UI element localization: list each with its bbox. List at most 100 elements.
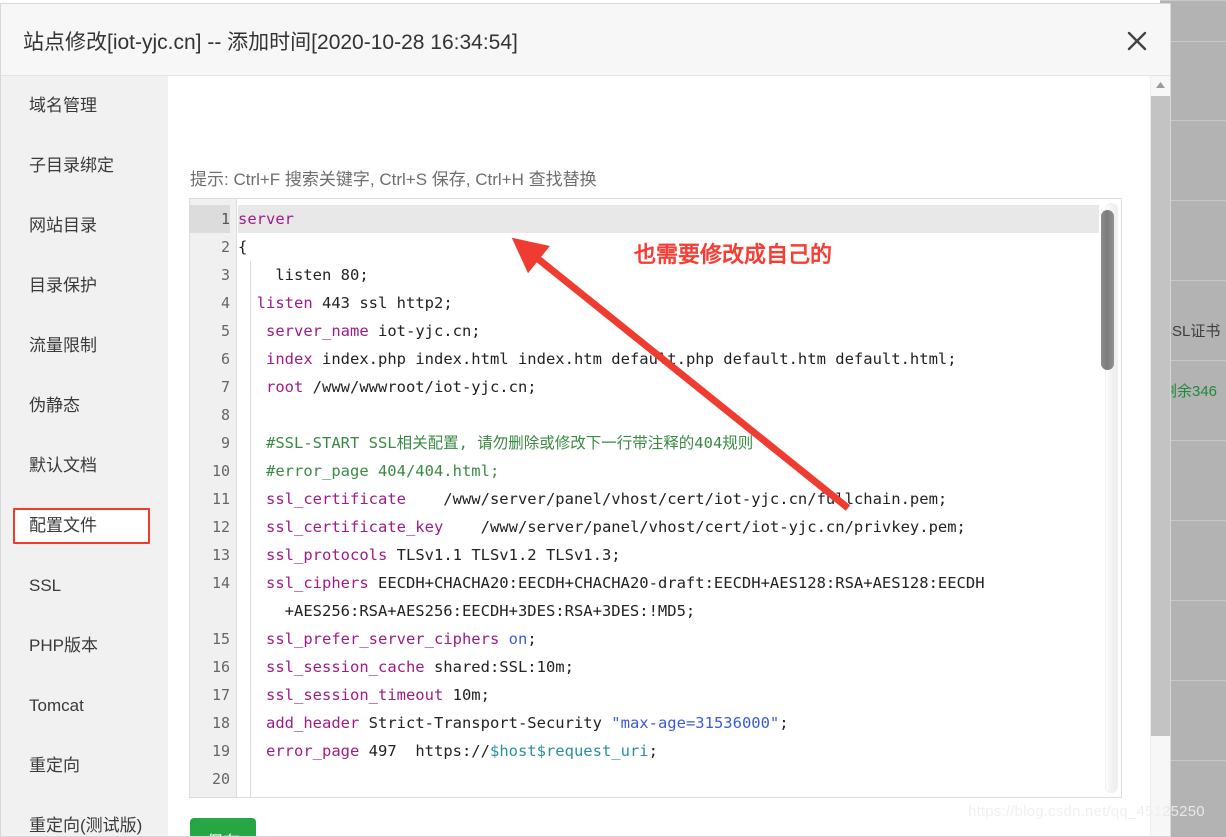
modal-header: 站点修改[iot-yjc.cn] -- 添加时间[2020-10-28 16:3…: [1, 4, 1170, 76]
code-token: ssl_protocols: [266, 546, 388, 564]
code-line-18[interactable]: add_header Strict-Transport-Security "ma…: [238, 709, 789, 737]
code-token: listen: [256, 294, 313, 312]
sidebar: 域名管理 子目录绑定 网站目录 目录保护 流量限制 伪静态 默认文档配置文件 SSL PHP版本…: [1, 76, 168, 836]
code-line-wrap[interactable]: +AES256:RSA+AES256:EECDH+3DES:RSA+3DES:!…: [238, 597, 696, 625]
code-token: iot-yjc.cn;: [368, 322, 481, 340]
sidebar-item-0[interactable]: 域名管理: [1, 76, 168, 136]
code-token: EECDH+CHACHA20:EECDH+CHACHA20-draft:EECD…: [368, 574, 985, 592]
modal-body: 域名管理 子目录绑定 网站目录 目录保护 流量限制 伪静态 默认文档配置文件 SSL PHP版本…: [1, 76, 1170, 836]
sidebar-item-5[interactable]: 伪静态: [1, 376, 168, 436]
modal-title: 站点修改[iot-yjc.cn] -- 添加时间[2020-10-28 16:3…: [23, 31, 518, 54]
code-token: ssl_certificate_key: [266, 518, 444, 536]
code-token: #SSL-START SSL相关配置, 请勿删除或修改下一行带注释的404规则: [238, 434, 754, 452]
site-edit-modal: 站点修改[iot-yjc.cn] -- 添加时间[2020-10-28 16:3…: [0, 3, 1171, 837]
code-line-6[interactable]: index index.php index.html index.htm def…: [238, 345, 957, 373]
sidebar-item-8[interactable]: SSL: [1, 556, 168, 616]
code-line-3[interactable]: listen 80;: [238, 261, 368, 289]
line-number-11: 11: [211, 490, 230, 508]
line-number-18: 18: [211, 714, 230, 732]
line-number-20: 20: [211, 770, 230, 788]
code-line-7[interactable]: root /www/wwwroot/iot-yjc.cn;: [238, 373, 537, 401]
code-token: 443 ssl http2;: [312, 294, 453, 312]
line-number-10: 10: [211, 462, 230, 480]
code-token: index.php index.html index.htm default.p…: [312, 350, 957, 368]
code-token: ssl_session_timeout: [266, 686, 444, 704]
sidebar-item-11[interactable]: 重定向: [1, 736, 168, 796]
sidebar-item-10[interactable]: Tomcat: [1, 676, 168, 736]
sidebar-item-12[interactable]: 重定向(测试版): [1, 796, 168, 836]
scroll-up-arrow-glyph: [1156, 82, 1165, 88]
line-number-7: 7: [220, 378, 230, 396]
code-token: ssl_session_cache: [266, 658, 425, 676]
scroll-up-arrow-icon[interactable]: [1151, 76, 1170, 94]
line-number-6: 6: [220, 350, 230, 368]
code-line-13[interactable]: ssl_protocols TLSv1.1 TLSv1.2 TLSv1.3;: [238, 541, 621, 569]
code-token: "max-age=31536000": [611, 714, 780, 732]
config-code-editor[interactable]: 123456789101112131415161718192021 server…: [189, 198, 1122, 798]
line-number-9: 9: [220, 434, 230, 452]
code-line-5[interactable]: server_name iot-yjc.cn;: [238, 317, 481, 345]
csdn-watermark: https://blog.csdn.net/qq_45125250: [968, 803, 1205, 820]
code-token: server_name: [266, 322, 369, 340]
close-icon-glyph: [1127, 31, 1147, 51]
line-number-12: 12: [211, 518, 230, 536]
code-token: add_header: [266, 714, 360, 732]
save-button[interactable]: 保存: [190, 818, 256, 836]
code-token: {: [238, 238, 248, 256]
code-line-16[interactable]: ssl_session_cache shared:SSL:10m;: [238, 653, 574, 681]
close-icon[interactable]: [1120, 24, 1154, 58]
line-number-16: 16: [211, 658, 230, 676]
code-line-17[interactable]: ssl_session_timeout 10m;: [238, 681, 490, 709]
code-line-2[interactable]: {: [238, 233, 247, 261]
code-token: ssl_ciphers: [266, 574, 369, 592]
watermark-text-dark: 25250: [1162, 803, 1205, 820]
editor-scrollbar-thumb[interactable]: [1101, 210, 1114, 370]
code-token: on: [508, 630, 528, 648]
code-line-9[interactable]: #SSL-START SSL相关配置, 请勿删除或修改下一行带注释的404规则: [238, 429, 753, 457]
sidebar-item-6[interactable]: 默认文档: [1, 436, 168, 496]
code-line-21[interactable]: #SSL-END: [238, 793, 341, 797]
code-token: #error_page 404/404.html;: [238, 462, 500, 480]
line-number-3: 3: [220, 266, 230, 284]
code-line-15[interactable]: ssl_prefer_server_ciphers on;: [238, 625, 537, 653]
line-number-15: 15: [211, 630, 230, 648]
line-number-8: 8: [220, 406, 230, 424]
code-line-14[interactable]: ssl_ciphers EECDH+CHACHA20:EECDH+CHACHA2…: [238, 569, 985, 597]
sidebar-item-4[interactable]: 流量限制: [1, 316, 168, 376]
content-pane: 提示: Ctrl+F 搜索关键字, Ctrl+S 保存, Ctrl+H 查找替换…: [168, 76, 1170, 836]
sidebar-item-9[interactable]: PHP版本: [1, 616, 168, 676]
code-line-1[interactable]: server: [238, 205, 1099, 233]
code-token: /www/server/panel/vhost/cert/iot-yjc.cn/…: [443, 518, 966, 536]
code-line-12[interactable]: ssl_certificate_key /www/server/panel/vh…: [238, 513, 966, 541]
shortcut-hint: 提示: Ctrl+F 搜索关键字, Ctrl+S 保存, Ctrl+H 查找替换: [190, 170, 597, 189]
sidebar-item-1[interactable]: 子目录绑定: [1, 136, 168, 196]
sidebar-item-7[interactable]: 配置文件: [13, 508, 150, 544]
code-token: ;: [779, 714, 789, 732]
line-number-21: 21: [190, 793, 230, 797]
line-number-5: 5: [220, 322, 230, 340]
sidebar-item-2[interactable]: 网站目录: [1, 196, 168, 256]
editor-code-area[interactable]: server { listen 80; listen 443 ssl http2;…: [238, 199, 1099, 797]
modal-scrollbar-thumb[interactable]: [1151, 96, 1170, 736]
code-line-4[interactable]: listen 443 ssl http2;: [238, 289, 453, 317]
sidebar-item-3[interactable]: 目录保护: [1, 256, 168, 316]
code-token: ssl_certificate: [266, 490, 406, 508]
background-row: [1160, 0, 1226, 1]
editor-scrollbar-track[interactable]: [1101, 203, 1118, 793]
code-line-11[interactable]: ssl_certificate /www/server/panel/vhost/…: [238, 485, 947, 513]
modal-scrollbar-track[interactable]: [1150, 76, 1170, 836]
code-token: ssl_prefer_server_ciphers: [266, 630, 500, 648]
code-line-19[interactable]: error_page 497 https://$host$request_uri…: [238, 737, 658, 765]
code-line-10[interactable]: #error_page 404/404.html;: [238, 457, 499, 485]
code-token: Strict-Transport-Security: [359, 714, 612, 732]
